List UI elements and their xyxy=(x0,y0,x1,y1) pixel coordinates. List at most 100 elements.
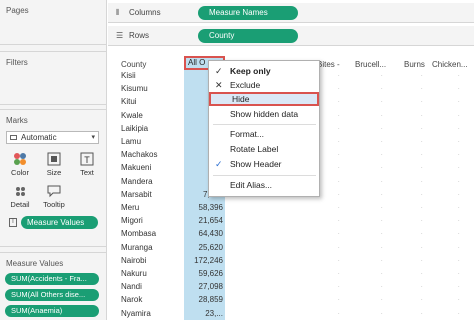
menu-item-exclude[interactable]: ✕ Exclude xyxy=(209,78,319,92)
county-pill[interactable]: County xyxy=(198,29,298,43)
faded-cell: · xyxy=(457,295,460,305)
detail-icon xyxy=(16,187,25,196)
text-label: Text xyxy=(80,168,94,177)
faded-cell: · xyxy=(380,255,383,265)
sum-pill-anaemia[interactable]: SUM(Anaemia) xyxy=(5,305,99,317)
faded-cell: · xyxy=(337,110,340,120)
menu-item-format[interactable]: Format... xyxy=(209,127,319,141)
county-label[interactable]: Migori xyxy=(121,216,143,225)
sum-pill-all-others[interactable]: SUM(All Others dise... xyxy=(5,289,99,301)
rows-shelf[interactable]: ☰ Rows County xyxy=(108,26,474,46)
col-header-chicken[interactable]: Chicken... xyxy=(432,60,468,69)
menu-item-label: Format... xyxy=(230,129,265,139)
mark-type-dropdown[interactable]: Automatic ▾ xyxy=(6,131,99,144)
all-others-value: 25,620 xyxy=(198,242,223,252)
county-header[interactable]: County xyxy=(121,60,146,69)
sum-pill-accidents[interactable]: SUM(Accidents - Fra... xyxy=(5,273,99,285)
faded-cell: · xyxy=(337,84,340,94)
faded-cell: · xyxy=(420,189,423,199)
menu-divider xyxy=(213,175,316,176)
county-label[interactable]: Kisii xyxy=(121,71,136,80)
county-label[interactable]: Kwale xyxy=(121,111,143,120)
mark-type-icon xyxy=(10,135,17,140)
menu-item-rotate-label[interactable]: Rotate Label xyxy=(209,142,319,156)
county-label[interactable]: Makueni xyxy=(121,163,151,172)
faded-cell: · xyxy=(457,255,460,265)
faded-cell: · xyxy=(380,229,383,239)
all-others-value: 28,859 xyxy=(198,295,223,305)
faded-cell: · xyxy=(380,123,383,133)
county-label[interactable]: Nandi xyxy=(121,282,142,291)
faded-cell: · xyxy=(420,110,423,120)
columns-shelf[interactable]: ⦀ Columns Measure Names xyxy=(108,3,474,23)
county-label[interactable]: Nyamira xyxy=(121,309,151,318)
faded-cell: · xyxy=(457,189,460,199)
county-label[interactable]: Nakuru xyxy=(121,269,147,278)
faded-cell: · xyxy=(380,269,383,278)
county-label[interactable]: Narok xyxy=(121,295,142,304)
faded-cell: · xyxy=(420,242,423,252)
county-label[interactable]: Mandera xyxy=(121,177,153,186)
menu-item-show-header[interactable]: ✓ Show Header xyxy=(209,157,319,171)
faded-cell: · xyxy=(337,137,340,146)
county-label[interactable]: Kisumu xyxy=(121,84,148,93)
faded-cell: · xyxy=(457,203,460,212)
faded-cell: · xyxy=(380,71,383,80)
faded-cell: · xyxy=(380,97,383,107)
color-label: Color xyxy=(11,168,29,177)
all-others-value: 59,626 xyxy=(198,269,223,278)
size-button[interactable]: Size xyxy=(40,150,68,180)
faded-cell: · xyxy=(420,176,423,186)
col-header-bites[interactable]: Bites - xyxy=(317,60,340,69)
faded-cell: · xyxy=(420,269,423,278)
pages-card[interactable]: Pages xyxy=(0,0,107,45)
county-label[interactable]: Lamu xyxy=(121,137,141,146)
county-label[interactable]: Muranga xyxy=(121,243,153,252)
columns-icon: ⦀ xyxy=(116,8,120,17)
faded-cell: · xyxy=(420,163,423,173)
text-button[interactable]: T Text xyxy=(73,150,101,180)
marks-title: Marks xyxy=(6,116,28,125)
col-header-burns[interactable]: Burns xyxy=(404,60,425,69)
rows-icon: ☰ xyxy=(116,31,124,40)
county-label[interactable]: Kitui xyxy=(121,97,137,106)
faded-cell: · xyxy=(420,71,423,80)
size-label: Size xyxy=(46,168,62,177)
col-header-brucellosis[interactable]: Brucell... xyxy=(355,60,386,69)
county-label[interactable]: Mombasa xyxy=(121,229,156,238)
menu-item-edit-alias[interactable]: Edit Alias... xyxy=(209,178,319,192)
filters-card[interactable]: Filters xyxy=(0,51,107,105)
faded-cell: · xyxy=(337,295,340,305)
faded-cell: · xyxy=(420,282,423,292)
detail-button[interactable]: Detail xyxy=(6,182,34,212)
filters-title: Filters xyxy=(6,58,28,67)
county-label[interactable]: Marsabit xyxy=(121,190,152,199)
measure-values-pill[interactable]: Measure Values xyxy=(21,216,98,229)
faded-cell: · xyxy=(337,229,340,239)
county-label[interactable]: Laikipia xyxy=(121,124,148,133)
faded-cell: · xyxy=(457,97,460,107)
menu-item-keep-only[interactable]: ✓ Keep only xyxy=(209,64,319,78)
rows-label: Rows xyxy=(129,31,150,40)
county-label[interactable]: Meru xyxy=(121,203,139,212)
faded-cell: · xyxy=(337,242,340,252)
county-label[interactable]: Nairobi xyxy=(121,256,146,265)
check-icon: ✓ xyxy=(215,159,223,169)
menu-item-label: Hide xyxy=(232,94,250,104)
menu-item-label: Show hidden data xyxy=(230,109,299,119)
menu-item-show-hidden-data[interactable]: Show hidden data xyxy=(209,107,319,121)
mark-type-value: Automatic xyxy=(21,133,57,142)
tooltip-button[interactable]: Tooltip xyxy=(40,182,68,212)
faded-cell: · xyxy=(457,242,460,252)
faded-cell: · xyxy=(380,176,383,186)
text-icon: T xyxy=(80,152,94,166)
color-button[interactable]: Color xyxy=(6,150,34,180)
measure-names-pill[interactable]: Measure Names xyxy=(198,6,298,20)
county-label[interactable]: Machakos xyxy=(121,150,157,159)
menu-item-hide[interactable]: Hide xyxy=(209,92,319,106)
faded-cell: · xyxy=(457,71,460,80)
all-others-value: 27,098 xyxy=(198,282,223,292)
faded-cell: · xyxy=(420,255,423,265)
faded-cell: · xyxy=(420,203,423,212)
faded-cell: · xyxy=(420,308,423,318)
